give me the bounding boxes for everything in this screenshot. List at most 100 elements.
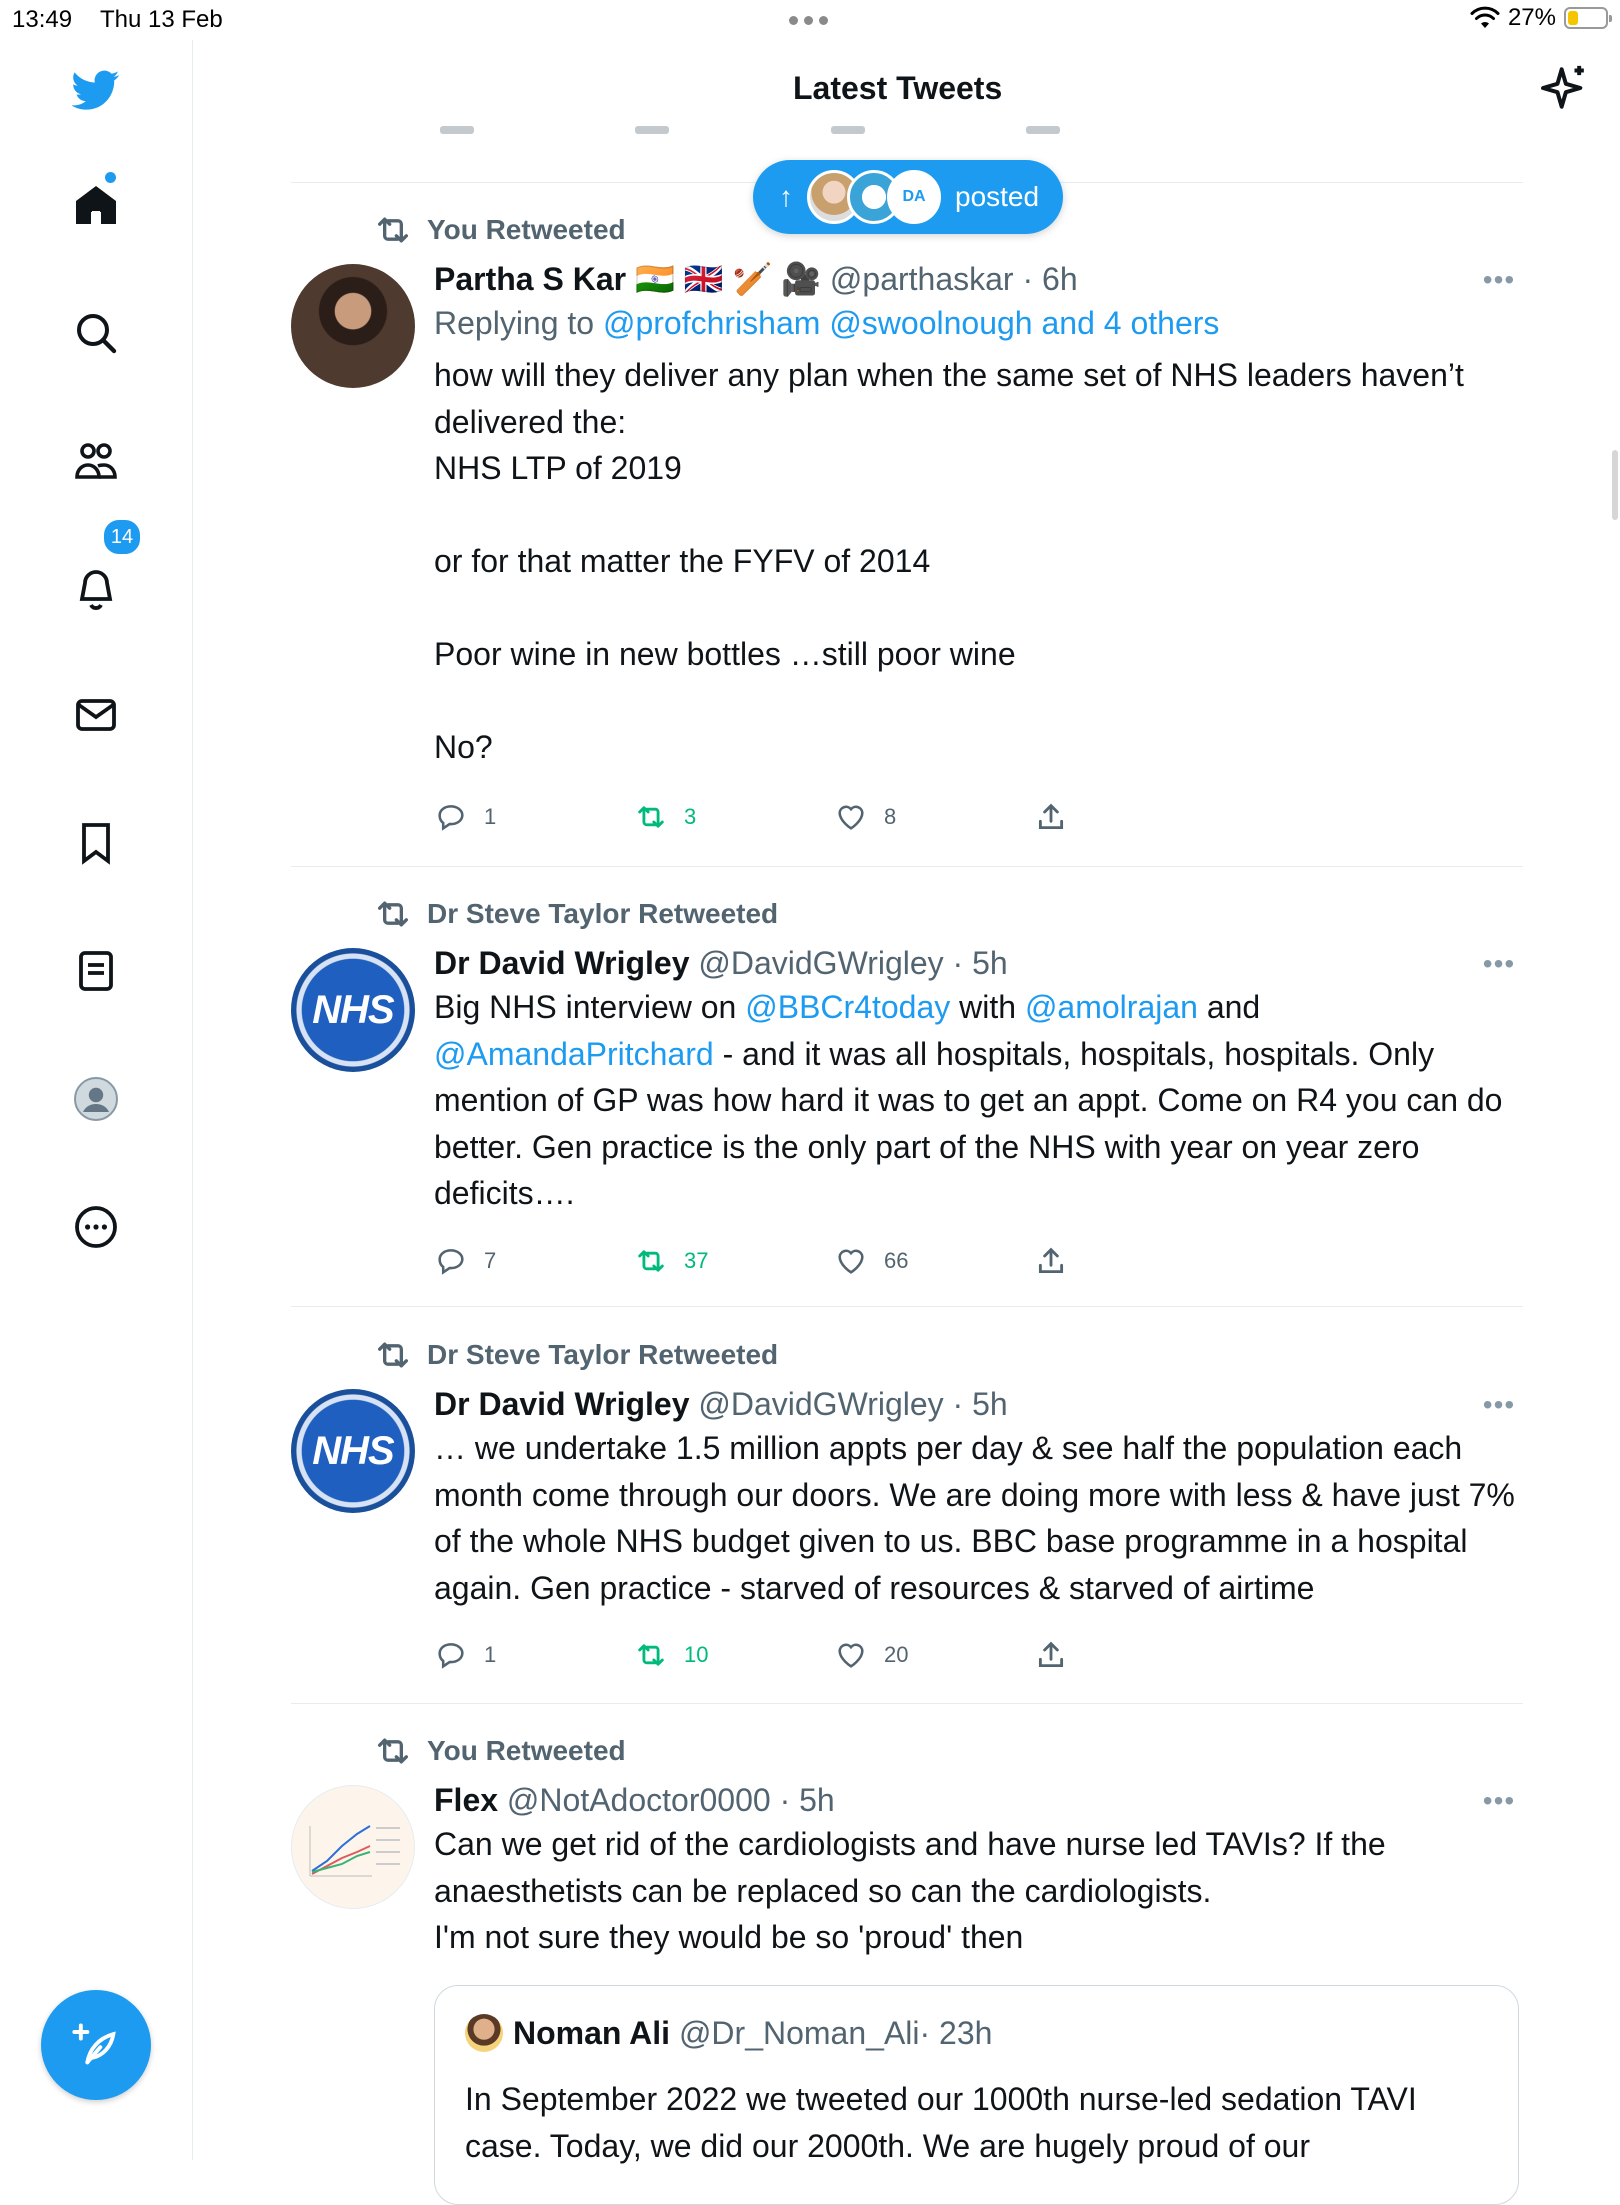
status-date: Thu 13 Feb — [100, 6, 223, 33]
more-options-icon[interactable]: ••• — [1479, 1781, 1519, 1821]
nav-home-icon[interactable] — [63, 172, 129, 238]
share-icon — [1038, 1247, 1064, 1274]
tweet-text: Big NHS interview on @BBCr4today with @a… — [434, 984, 1519, 1217]
feather-plus-icon — [72, 2023, 116, 2065]
tweet-text: … we undertake 1.5 million appts per day… — [434, 1430, 1515, 1606]
retweet-icon — [378, 1342, 408, 1368]
retweet-context: Dr Steve Taylor Retweeted — [291, 1337, 778, 1373]
multitasking-dots-icon[interactable] — [789, 16, 828, 25]
avatar[interactable]: NHS — [291, 948, 415, 1072]
mention-link[interactable]: @BBCr4today — [745, 989, 950, 1025]
author-handle[interactable]: @DavidGWrigley — [698, 1386, 943, 1422]
replying-to: Replying to @profchrisham @swoolnough an… — [434, 300, 1519, 346]
mention-link[interactable]: @amolrajan — [1025, 989, 1198, 1025]
retweet-count: 10 — [684, 1642, 709, 1667]
reply-button[interactable]: 1 — [434, 797, 496, 837]
tweet-time: · 5h — [779, 1782, 835, 1818]
reply-button[interactable]: 7 — [434, 1241, 496, 1281]
share-icon — [1038, 1641, 1064, 1668]
share-button[interactable] — [1034, 797, 1084, 837]
status-bar: 13:49 Thu 13 Feb 27% — [0, 0, 1620, 40]
nav-messages-icon[interactable] — [63, 682, 129, 748]
nav-notifications-icon[interactable] — [63, 555, 129, 621]
retweet-context-label: Dr Steve Taylor Retweeted — [427, 898, 779, 929]
avatar-logo-text: NHS — [312, 1428, 394, 1473]
tweet-text: how will they deliver any plan when the … — [434, 357, 1464, 765]
author-name[interactable]: Flex — [434, 1782, 498, 1818]
like-button[interactable]: 66 — [834, 1241, 908, 1281]
retweet-context-label: You Retweeted — [427, 1735, 626, 1766]
scrollbar[interactable] — [1612, 450, 1618, 520]
pill-avatar: DA — [887, 170, 941, 224]
nav-communities-icon[interactable] — [63, 428, 129, 494]
reply-button[interactable]: 1 — [434, 1635, 496, 1675]
timeline-header: Latest Tweets — [193, 40, 1620, 140]
avatar[interactable]: NHS — [291, 1389, 415, 1513]
author-name[interactable]: Partha S Kar 🇮🇳 🇬🇧 🏏 🎥 — [434, 261, 821, 297]
author-handle[interactable]: @DavidGWrigley — [698, 945, 943, 981]
like-button[interactable]: 8 — [834, 797, 896, 837]
retweet-button[interactable]: 37 — [634, 1241, 708, 1281]
tweet-time: · 5h — [952, 945, 1008, 981]
retweet-context: You Retweeted — [291, 212, 626, 248]
like-button[interactable]: 20 — [834, 1635, 908, 1675]
avatar[interactable] — [291, 264, 415, 388]
reply-icon — [438, 1643, 464, 1669]
mention-link[interactable]: @AmandaPritchard — [434, 1036, 714, 1072]
reply-count: 7 — [484, 1248, 497, 1273]
nav-bookmarks-icon[interactable] — [63, 810, 129, 876]
tweet-actions: 1 10 20 — [434, 1635, 1134, 1675]
nav-more-icon[interactable] — [63, 1194, 129, 1260]
quoted-tweet[interactable]: Noman Ali @Dr_Noman_Ali · 23h In Septemb… — [434, 1985, 1519, 2205]
retweet-icon — [638, 1644, 664, 1666]
like-count: 8 — [884, 804, 897, 829]
home-unread-dot — [105, 172, 116, 183]
quoted-tweet-header: Noman Ali @Dr_Noman_Ali · 23h — [465, 2014, 992, 2052]
compose-tweet-button[interactable] — [41, 1990, 151, 2100]
previous-tweet-actions-faded — [440, 126, 1060, 146]
sparkle-icon[interactable] — [1536, 60, 1592, 116]
tweet-time: · 6h — [1022, 261, 1078, 297]
share-button[interactable] — [1034, 1635, 1084, 1675]
new-posts-label: posted — [955, 181, 1040, 212]
heart-icon — [838, 1249, 864, 1274]
retweet-context: Dr Steve Taylor Retweeted — [291, 896, 778, 932]
status-time: 13:49 — [12, 6, 73, 33]
quoted-avatar — [465, 2014, 503, 2052]
divider — [291, 1306, 1523, 1307]
retweet-context-label: Dr Steve Taylor Retweeted — [427, 1339, 779, 1370]
author-name[interactable]: Dr David Wrigley — [434, 1386, 689, 1422]
heart-icon — [838, 1643, 864, 1668]
reply-count: 1 — [484, 1642, 497, 1667]
author-handle[interactable]: @NotAdoctor0000 — [507, 1782, 771, 1818]
share-button[interactable] — [1034, 1241, 1084, 1281]
like-count: 66 — [884, 1248, 909, 1273]
battery-icon — [1564, 7, 1612, 29]
quoted-tweet-text: In September 2022 we tweeted our 1000th … — [465, 2081, 1417, 2164]
new-posts-pill[interactable]: ↑ DA posted — [753, 160, 1063, 234]
more-options-icon[interactable]: ••• — [1479, 944, 1519, 984]
more-options-icon[interactable]: ••• — [1479, 260, 1519, 300]
divider — [291, 866, 1523, 867]
more-options-icon[interactable]: ••• — [1479, 1385, 1519, 1425]
tweet-header: Dr David Wrigley @DavidGWrigley · 5h — [434, 1383, 1519, 1425]
nav-search-icon[interactable] — [63, 300, 129, 366]
avatar-logo-text: NHS — [312, 987, 394, 1032]
like-count: 20 — [884, 1642, 909, 1667]
text-segment: with — [950, 989, 1025, 1025]
replying-to-links[interactable]: @profchrisham @swoolnough and 4 others — [603, 305, 1219, 341]
avatar[interactable] — [291, 1785, 415, 1909]
twitter-logo-icon[interactable] — [63, 55, 129, 121]
retweet-icon — [638, 1250, 664, 1272]
notifications-badge: 14 — [102, 518, 142, 556]
retweet-button[interactable]: 10 — [634, 1635, 708, 1675]
author-handle[interactable]: @parthaskar — [830, 261, 1014, 297]
tweet-header: Dr David Wrigley @DavidGWrigley · 5h — [434, 942, 1519, 984]
retweet-button[interactable]: 3 — [634, 797, 696, 837]
author-name[interactable]: Dr David Wrigley — [434, 945, 689, 981]
nav-lists-icon[interactable] — [63, 938, 129, 1004]
nav-profile-avatar-icon[interactable] — [63, 1066, 129, 1132]
tweet-text: Can we get rid of the cardiologists and … — [434, 1826, 1386, 1955]
share-icon — [1038, 803, 1064, 830]
retweet-icon — [378, 901, 408, 927]
